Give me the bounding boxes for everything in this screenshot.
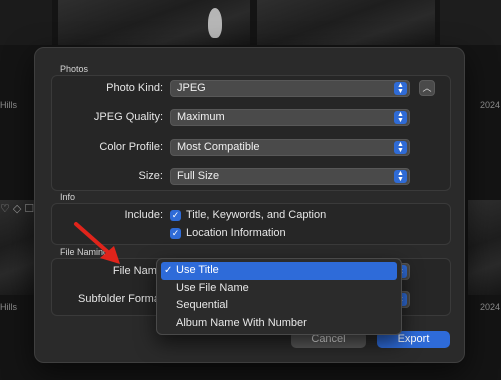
color-profile-popup[interactable]: Most Compatible ▲ ▼: [170, 139, 410, 156]
title-keywords-caption-checkbox[interactable]: ✓: [170, 210, 181, 221]
file-name-menu: ✓ Use Title Use File Name Sequential Alb…: [156, 258, 402, 335]
menu-item-label: Sequential: [176, 299, 228, 311]
info-section-title: Info: [60, 192, 76, 202]
updown-arrows-icon: ▲▼: [394, 111, 407, 124]
chevron-up-icon: ︿: [422, 83, 432, 93]
location-information-label: Location Information: [186, 227, 286, 239]
photo-thumbnail[interactable]: [257, 0, 435, 45]
subfolder-format-label: Subfolder Format: [78, 293, 163, 305]
checkmark-icon: ✓: [164, 265, 173, 276]
title-keywords-caption-label: Title, Keywords, and Caption: [186, 209, 327, 221]
menu-item-use-title[interactable]: ✓ Use Title: [161, 262, 397, 280]
menu-item-label: Use File Name: [176, 281, 249, 294]
menu-item-album-name-with-number[interactable]: Album Name With Number: [161, 315, 397, 333]
size-value: Full Size: [177, 170, 220, 182]
size-label: Size:: [138, 170, 163, 182]
menu-item-use-file-name[interactable]: Use File Name: [161, 280, 397, 298]
expand-options-button[interactable]: ︿: [419, 80, 435, 96]
location-information-checkbox[interactable]: ✓: [170, 228, 181, 239]
photo-thumbnail[interactable]: [440, 0, 501, 45]
photos-section-title: Photos: [60, 64, 89, 74]
photo-kind-label: Photo Kind:: [106, 82, 163, 94]
heron-image: [208, 8, 222, 38]
thumbnail-caption: Hills: [0, 100, 17, 110]
photo-thumbnail[interactable]: [0, 0, 52, 45]
jpeg-quality-popup[interactable]: Maximum ▲ ▼: [170, 109, 410, 126]
photo-kind-popup[interactable]: JPEG ▲ ▼: [170, 80, 410, 97]
updown-arrows-icon: ▲▼: [394, 141, 407, 154]
thumbnail-caption: 2024: [480, 100, 501, 110]
thumbnail-caption: Hills: [0, 302, 17, 312]
color-profile-label: Color Profile:: [99, 141, 163, 153]
menu-item-label: Use Title: [176, 264, 219, 276]
menu-item-sequential[interactable]: Sequential: [161, 297, 397, 315]
menu-item-label: Album Name With Number: [176, 316, 307, 329]
color-profile-value: Most Compatible: [177, 141, 260, 153]
photo-thumbnail[interactable]: [468, 200, 501, 295]
photo-kind-value: JPEG: [177, 82, 206, 94]
updown-arrows-icon: ▲▼: [394, 170, 407, 183]
size-popup[interactable]: Full Size ▲ ▼: [170, 168, 410, 185]
photo-thumbnail[interactable]: [58, 0, 250, 45]
updown-arrows-icon: ▲▼: [394, 82, 407, 95]
tag-icons: ♡ ◇ ☐: [0, 203, 35, 215]
jpeg-quality-label: JPEG Quality:: [93, 111, 163, 123]
thumbnail-caption: 2024: [480, 302, 501, 312]
red-arrow-annotation-icon: [74, 222, 120, 264]
jpeg-quality-value: Maximum: [177, 111, 225, 123]
